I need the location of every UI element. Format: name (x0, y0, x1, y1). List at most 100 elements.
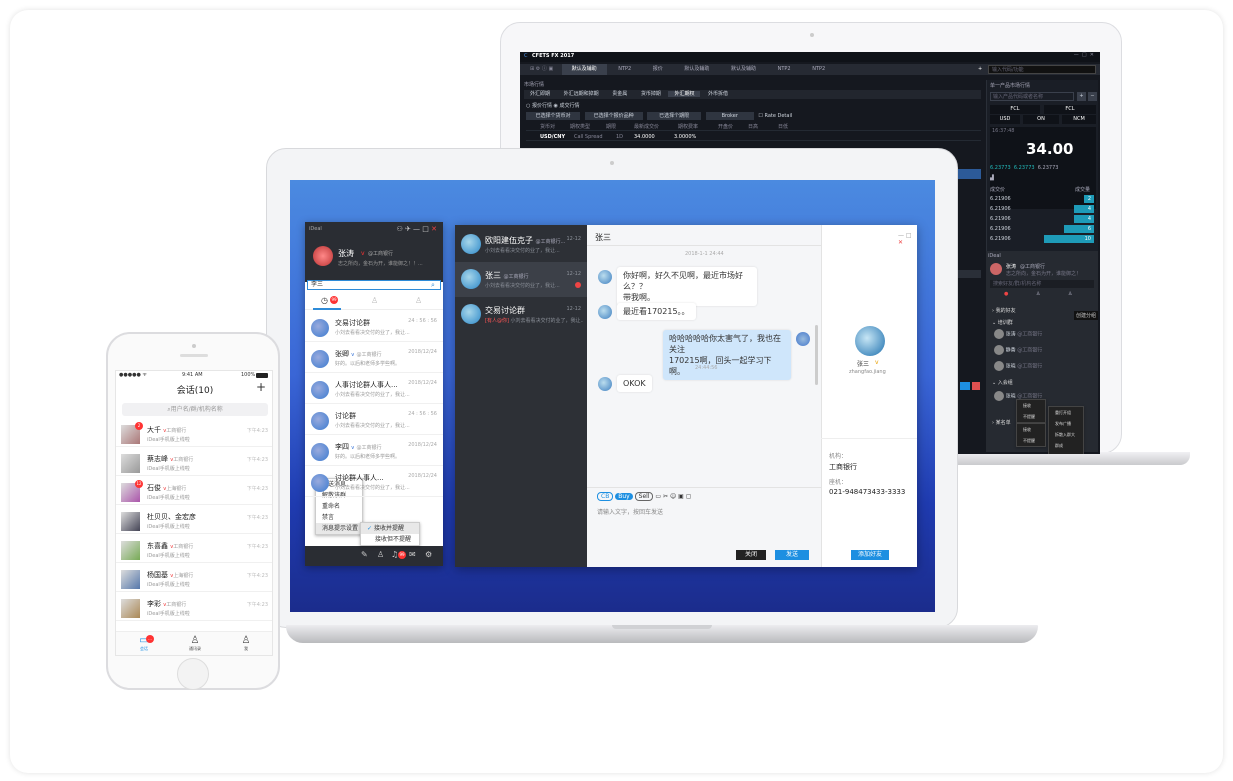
mail-icon[interactable]: ✉ (409, 550, 416, 559)
screen-icon[interactable]: ▢ (686, 493, 692, 500)
chat-scrollbar[interactable] (815, 325, 818, 385)
ncm-select[interactable]: NCM (1062, 115, 1096, 124)
order-row[interactable]: 6.21906 4 (990, 204, 1094, 214)
mini-group-list[interactable]: › 某名单 (992, 419, 1011, 426)
groups-icon[interactable]: ♙ (415, 296, 422, 305)
subtab-lending[interactable]: 外币拆借 (702, 91, 734, 97)
mini-history-icon[interactable]: ● (1004, 291, 1008, 297)
contact-avatar[interactable] (598, 305, 612, 319)
image-icon[interactable]: ▣ (678, 493, 684, 500)
fcl-select[interactable]: FCL (990, 105, 1040, 114)
mini-contact-3[interactable]: 张晓 @工商银行 (994, 361, 1074, 371)
phone-chat-item[interactable]: 东喜鑫 v工商银行 iDeal手机版上线啦 下午4:23 (116, 537, 272, 563)
subtab-forward[interactable]: 外汇远期和掉期 (558, 91, 605, 97)
settings-icon[interactable]: ⚙ (425, 550, 432, 559)
tab-6[interactable]: NTP2 (768, 64, 801, 75)
radio-deal[interactable]: 成交行情 (560, 103, 580, 109)
on-select[interactable]: ON (1023, 115, 1059, 124)
panel-icon-red[interactable] (972, 382, 980, 390)
conversation-item[interactable]: 欧阳建伍克子 @工商银行... 小刘去看看决交付的业了，我让... 12-12 (455, 227, 587, 262)
add-friend-button[interactable]: 添加好友 (851, 550, 889, 560)
product-add-button[interactable]: + (1077, 92, 1086, 101)
chat-list-item[interactable]: 人事讨论群人事人... 小刘去看看决交付的业了，我让... 2018/12/24 (305, 376, 443, 404)
close-button[interactable]: 关闭 (736, 550, 766, 560)
chat-list-item[interactable]: 交易讨论群 小刘去看看决交付的业了，我让... 24 : 56 : 56 (305, 314, 443, 342)
phone-search-input[interactable]: ⌕用户名/群/机构名称 (122, 403, 268, 416)
phone-chat-item[interactable]: 杜贝贝、金宏彦 iDeal手机版上线啦 下午4:23 (116, 508, 272, 534)
conversation-item[interactable]: 交易讨论群 [有人@你] 小刘去看看决交付的业了，我让... 12-12 (455, 297, 587, 332)
mini-group-friends[interactable]: › 我的好友 (992, 307, 1016, 314)
submenu-notify[interactable]: ✓ 接收并提醒 (361, 523, 419, 534)
mini-menu3-item[interactable]: 群成 (1049, 440, 1083, 451)
add-tab-icon[interactable]: + (978, 64, 982, 75)
ideal-search-input[interactable]: 李三 (307, 280, 441, 290)
mini-menu2-item[interactable]: 接收 (1017, 424, 1045, 435)
mini-menu1-item[interactable]: 不提醒 (1017, 411, 1045, 422)
chat-list-item[interactable]: 讨论群人事人... 小刘去看看决交付的业了，我让... 2018/12/24 (305, 469, 443, 497)
subtab-option[interactable]: 外汇期权 (668, 91, 701, 97)
subtab-swap[interactable]: 货币掉期 (635, 91, 667, 97)
subtab-spot[interactable]: 外汇即期 (524, 91, 556, 97)
menu-rename[interactable]: 重命名 (316, 501, 362, 512)
terminal-search-input[interactable]: 输入代码/功能 (988, 65, 1096, 74)
cb-button[interactable]: CB (597, 492, 614, 501)
quote-radio-group[interactable]: ○ 报价行情 ◉ 成交行情 (526, 102, 580, 109)
phone-chat-item[interactable]: 12 石俊 v上海银行 iDeal手机版上线啦 下午4:23 (116, 479, 272, 505)
window-controls[interactable]: — □ ✕ (1074, 52, 1094, 58)
folder-icon[interactable]: ▭ (655, 493, 661, 500)
contact-avatar[interactable] (598, 377, 612, 391)
mini-group-training[interactable]: ⌄ 培训群 (992, 319, 1013, 326)
order-row[interactable]: 6.21906 10 (990, 234, 1094, 244)
filter-tenor[interactable]: 已选择个期限 (647, 112, 702, 120)
order-row[interactable]: 6.21906 2 (990, 194, 1094, 204)
phone-chat-item[interactable]: 2 大千 v工商银行 iDeal手机版上线啦 下午4:23 (116, 421, 272, 447)
tab-4[interactable]: 默认及辅助 (674, 64, 719, 75)
tab-2[interactable]: NTP2 (608, 64, 641, 75)
message-input[interactable]: 请输入文字，按回车发送 (597, 507, 663, 516)
toolbar-icons[interactable]: ⊞ ⚙ ⓘ ▣ (520, 64, 560, 75)
filter-variety[interactable]: 已选择个报价品种 (584, 112, 643, 120)
tab-1[interactable]: 默认及辅助 (561, 64, 607, 75)
my-avatar[interactable] (796, 332, 810, 346)
buy-button[interactable]: Buy (615, 493, 633, 500)
sell-button[interactable]: Sell (634, 492, 654, 501)
new-chat-button[interactable]: + (256, 380, 266, 394)
contacts-icon[interactable]: ♙ (371, 296, 378, 305)
mini-group-join[interactable]: ⌄ 入会组 (992, 379, 1013, 386)
tab-me[interactable]: ♙ 我 (236, 635, 256, 652)
menu-notify-settings[interactable]: 消息提示设置 (316, 523, 362, 534)
history-icon[interactable]: ◷ (321, 296, 328, 305)
mini-menu3-item[interactable]: 重打开组 (1049, 407, 1083, 418)
submenu-silent[interactable]: 接收但不提醒 (361, 534, 419, 545)
chat-list-item[interactable]: 讨论群 小刘去看看决交付的业了，我让... 24 : 56 : 56 (305, 407, 443, 435)
radio-quote[interactable]: 报价行情 (532, 103, 552, 109)
notes-icon[interactable]: ✎ (361, 550, 368, 559)
mini-contact-icon[interactable]: ♙ (1036, 291, 1040, 297)
scissors-icon[interactable]: ✂ (663, 493, 668, 500)
phone-chat-item[interactable]: 蔡志峰 v工商银行 iDeal手机版上线啦 下午4:23 (116, 450, 272, 476)
tab-3[interactable]: 报价 (643, 64, 673, 75)
phone-chat-item[interactable]: 李彩 v工商银行 iDeal手机版上线啦 下午4:23 (116, 595, 272, 621)
order-row[interactable]: 6.21906 4 (990, 214, 1094, 224)
product-search-input[interactable]: 输入产品代码或者名称 (990, 92, 1074, 101)
mini-group-icon[interactable]: ♙ (1068, 291, 1072, 297)
market-table-row[interactable]: USD/CNY Call Spread 1D 34.0000 3.0000% (526, 133, 981, 141)
product-remove-button[interactable]: − (1088, 92, 1097, 101)
panel-icon[interactable] (960, 382, 970, 390)
mini-search[interactable]: 搜索好友/群/机构名称 (990, 280, 1094, 288)
order-row[interactable]: 6.21906 6 (990, 224, 1094, 234)
mini-contact-1[interactable]: 张涛 @工商银行 (994, 329, 1074, 339)
mini-menu3-item[interactable]: 拆散入群大 (1049, 429, 1083, 440)
conversation-item[interactable]: 张三 @工商银行 小刘去看看决交付的业了，我让... 12-12 (455, 262, 587, 297)
chat-window-controls[interactable]: — □ ✕ (898, 232, 917, 246)
mini-menu1-item[interactable]: 接收 (1017, 400, 1045, 411)
subtab-metal[interactable]: 贵金属 (606, 91, 633, 97)
tab-7[interactable]: NTP2 (802, 64, 835, 75)
filter-pair[interactable]: 已选择个货币对 (526, 112, 580, 120)
usd-select[interactable]: USD (990, 115, 1020, 124)
send-button[interactable]: 发送 (775, 550, 809, 560)
filter-broker[interactable]: Broker (705, 112, 754, 120)
mini-menu2-item[interactable]: 不提醒 (1017, 435, 1045, 446)
emoji-icon[interactable]: ☺ (670, 493, 676, 500)
chat-list-item[interactable]: 李四 v @工商银行 好的。以后和老师多学些啊。 2018/12/24 (305, 438, 443, 466)
